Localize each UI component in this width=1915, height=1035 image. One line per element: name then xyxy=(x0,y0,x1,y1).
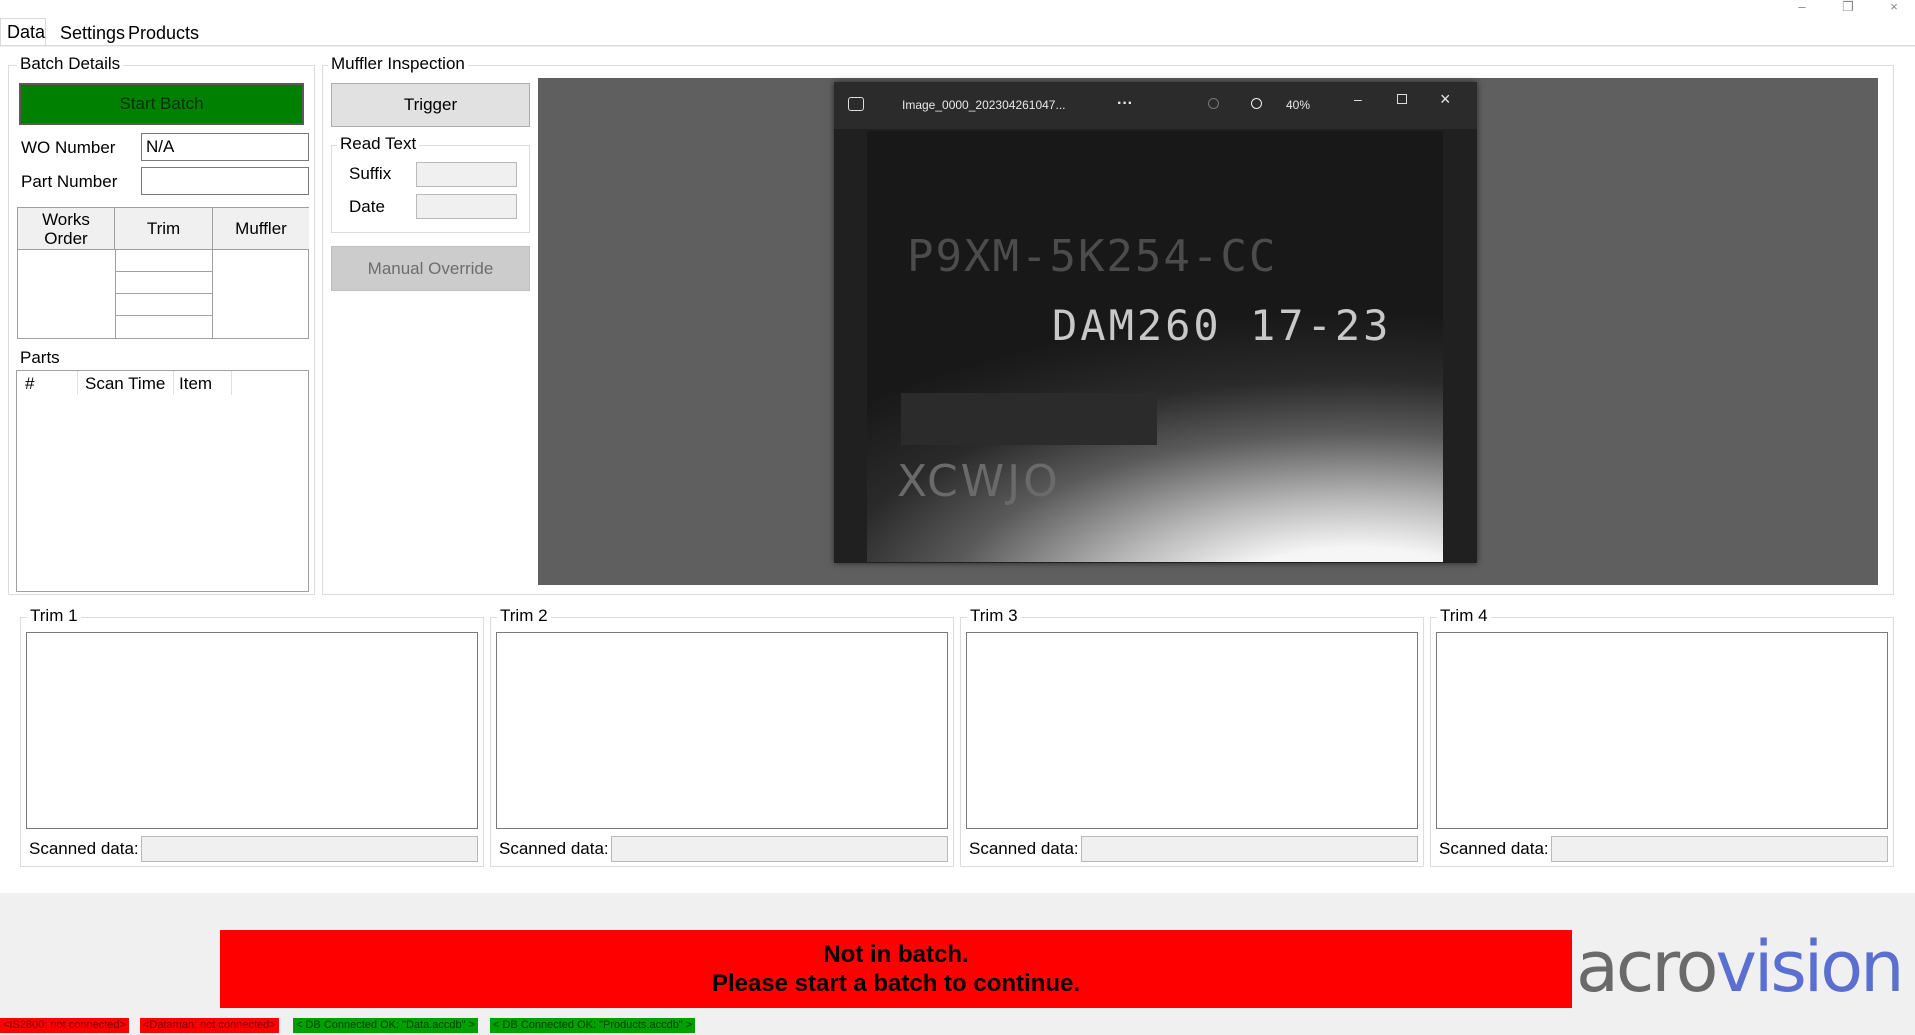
trim-1-image xyxy=(26,632,478,829)
trim-3-title: Trim 3 xyxy=(967,606,1021,626)
part-number-label: Part Number xyxy=(21,172,118,191)
batch-details-title: Batch Details xyxy=(17,54,124,74)
photo-redaction-box xyxy=(901,393,1157,445)
trim-2-title: Trim 2 xyxy=(497,606,551,626)
zoom-level: 40% xyxy=(1286,98,1311,112)
parts-col-number[interactable]: # xyxy=(25,373,34,395)
banner-line-1: Not in batch. xyxy=(823,941,969,968)
read-text-group xyxy=(331,145,530,233)
trim-3-image xyxy=(966,632,1418,829)
minimize-icon[interactable]: – xyxy=(1782,0,1822,16)
manual-override-button[interactable]: Manual Override xyxy=(331,246,530,291)
parts-label: Parts xyxy=(20,348,60,367)
suffix-field xyxy=(416,162,517,187)
trim-4-scanned-field xyxy=(1551,836,1888,862)
trim-3-scanned-field xyxy=(1081,836,1418,862)
status-db-products: < DB Connected OK: "Products.accdb" > xyxy=(490,1018,696,1033)
date-label: Date xyxy=(349,197,385,216)
tab-strip xyxy=(0,18,1915,46)
image-icon xyxy=(848,97,864,111)
trim-1-scanned-label: Scanned data: xyxy=(29,839,139,858)
photo-part-number-text: P9XM-5K254-CC xyxy=(907,231,1278,282)
trim-4-title: Trim 4 xyxy=(1437,606,1491,626)
trim-4-scanned-label: Scanned data: xyxy=(1439,839,1549,858)
parts-col-item[interactable]: Item xyxy=(179,373,212,395)
photo-date-text: DAM260 17-23 xyxy=(1052,301,1392,350)
works-order-column-header[interactable]: Works Order xyxy=(18,208,115,250)
trim-1-scanned-field xyxy=(141,836,478,862)
trim-column-cells[interactable] xyxy=(115,250,213,338)
photo-code-text: XCWJO xyxy=(897,456,1061,507)
tab-settings[interactable]: Settings xyxy=(54,20,125,46)
trigger-button[interactable]: Trigger xyxy=(331,83,530,127)
works-order-grid[interactable]: Works Order Trim Muffler xyxy=(17,207,309,339)
viewer-maximize-icon[interactable] xyxy=(1397,94,1407,104)
parts-list[interactable]: # Scan Time Item xyxy=(16,370,309,592)
logo-text-acro: acro xyxy=(1576,926,1718,1008)
window-title-bar: – ❐ × xyxy=(0,0,1915,18)
more-options-icon[interactable]: ··· xyxy=(1117,95,1133,113)
trim-2-scanned-field xyxy=(611,836,948,862)
zoom-out-icon[interactable] xyxy=(1208,98,1219,109)
tab-data[interactable]: Data xyxy=(0,18,46,45)
acrovision-logo: acrovision xyxy=(1576,926,1904,1008)
close-icon[interactable]: × xyxy=(1874,0,1914,16)
viewer-minimize-icon[interactable]: – xyxy=(1354,91,1362,107)
viewer-close-icon[interactable]: × xyxy=(1440,89,1451,110)
batch-status-banner: Not in batch. Please start a batch to co… xyxy=(220,930,1572,1008)
muffler-inspection-title: Muffler Inspection xyxy=(328,54,468,74)
trim-2-scanned-label: Scanned data: xyxy=(499,839,609,858)
muffler-column-header[interactable]: Muffler xyxy=(213,208,309,250)
trim-4-image xyxy=(1436,632,1888,829)
trim-3-scanned-label: Scanned data: xyxy=(969,839,1079,858)
suffix-label: Suffix xyxy=(349,164,392,183)
banner-line-2: Please start a batch to continue. xyxy=(711,970,1081,997)
tab-products[interactable]: Products xyxy=(122,20,202,46)
status-dataman: <Dataman: not connected> xyxy=(140,1018,279,1033)
part-number-input[interactable] xyxy=(141,167,309,195)
parts-col-scan-time[interactable]: Scan Time xyxy=(85,373,165,395)
start-batch-button[interactable]: Start Batch xyxy=(19,83,304,125)
zoom-in-icon[interactable] xyxy=(1251,98,1262,109)
muffler-photo: P9XM-5K254-CC DAM260 17-23 XCWJO xyxy=(867,131,1443,562)
wo-number-label: WO Number xyxy=(21,138,116,157)
logo-text-vision: vision xyxy=(1715,926,1904,1008)
wo-number-input[interactable]: N/A xyxy=(141,133,309,161)
photo-filename: Image_0000_202304261047... xyxy=(902,98,1066,112)
trim-2-image xyxy=(496,632,948,829)
trim-1-title: Trim 1 xyxy=(27,606,81,626)
status-db-data: < DB Connected OK: "Data.accdb" > xyxy=(293,1018,479,1033)
trim-column-header[interactable]: Trim xyxy=(115,208,213,250)
read-text-title: Read Text xyxy=(337,134,420,154)
photo-viewer-window: Image_0000_202304261047... ··· 40% – × P… xyxy=(834,82,1477,563)
status-is2800: <IS2800: not connected> xyxy=(0,1018,129,1033)
date-field xyxy=(416,194,517,219)
restore-icon[interactable]: ❐ xyxy=(1828,0,1868,16)
